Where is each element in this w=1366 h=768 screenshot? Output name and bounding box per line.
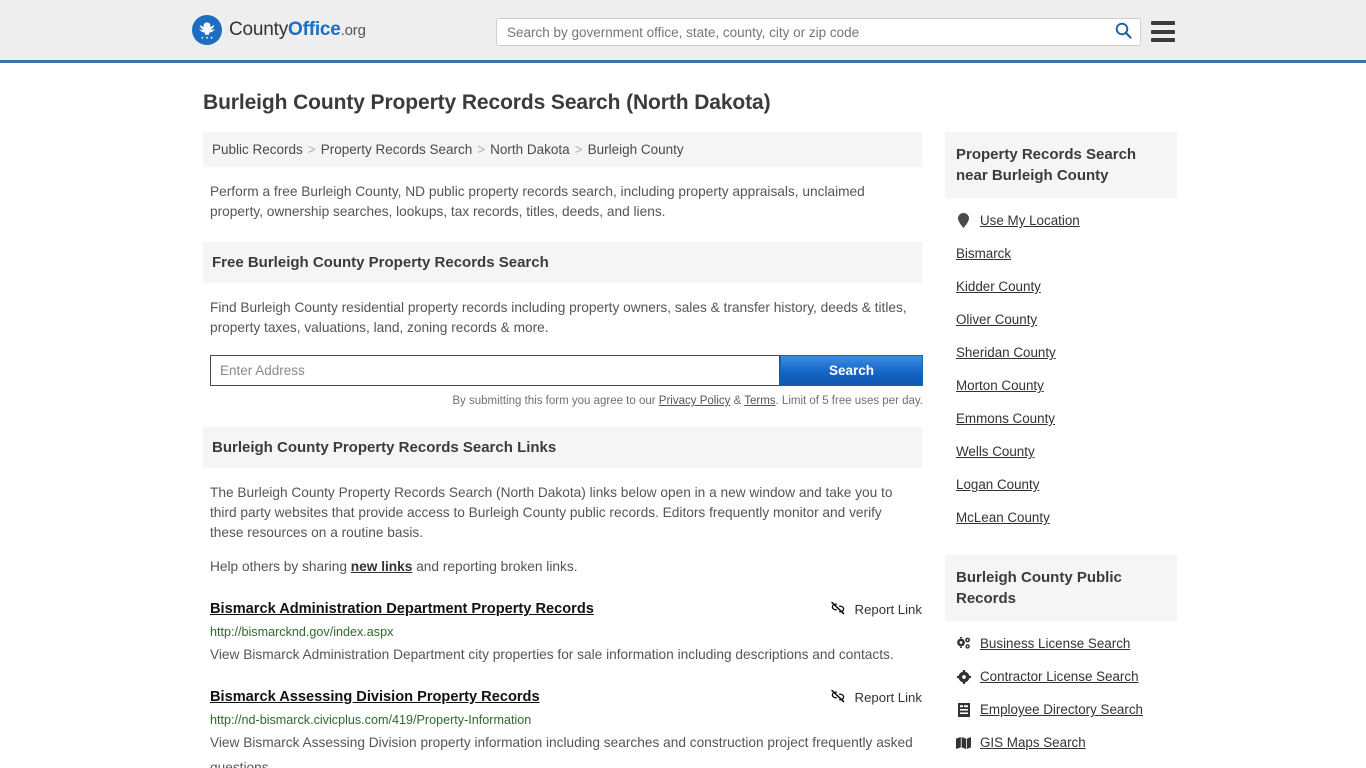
- sidebar-item-bismarck[interactable]: Bismarck: [945, 237, 1177, 270]
- sidebar-item-oliver-county[interactable]: Oliver County: [945, 303, 1177, 336]
- help-suffix: and reporting broken links.: [412, 559, 578, 574]
- breadcrumb-item-north-dakota[interactable]: North Dakota: [490, 142, 570, 157]
- terms-link[interactable]: Terms: [744, 395, 775, 407]
- sidebar-item-contractor-license-search[interactable]: Contractor License Search: [945, 660, 1177, 693]
- result-url[interactable]: http://bismarcknd.gov/index.aspx: [210, 625, 922, 639]
- sidebar-item-business-license-search[interactable]: Business License Search: [945, 627, 1177, 660]
- sidebar-link-label[interactable]: Morton County: [956, 378, 1044, 393]
- new-links-link[interactable]: new links: [351, 559, 413, 574]
- sidebar-item-gis-maps-search[interactable]: GIS Maps Search: [945, 726, 1177, 759]
- form-disclaimer: By submitting this form you agree to our…: [203, 395, 923, 407]
- broken-link-icon: [830, 688, 846, 707]
- sidebar-link-label[interactable]: Contractor License Search: [980, 669, 1139, 684]
- public-records-links-list: Business License Search Contractor Licen…: [945, 627, 1177, 759]
- result-header-row: Bismarck Assessing Division Property Rec…: [210, 687, 922, 707]
- breadcrumb-separator: >: [574, 142, 583, 157]
- help-prefix: Help others by sharing: [210, 559, 351, 574]
- gear-icon: [956, 669, 971, 684]
- sidebar-link-label[interactable]: Employee Directory Search: [980, 702, 1143, 717]
- sidebar-link-label[interactable]: Business License Search: [980, 636, 1130, 651]
- site-logo[interactable]: CountyOffice.org: [192, 15, 366, 45]
- sidebar-item-employee-directory-search[interactable]: Employee Directory Search: [945, 693, 1177, 726]
- main-column: Public Records > Property Records Search…: [203, 132, 923, 768]
- result-title-link[interactable]: Bismarck Administration Department Prope…: [210, 599, 594, 619]
- logo-text-county: County: [229, 19, 289, 40]
- report-link-button[interactable]: Report Link: [830, 599, 922, 619]
- links-section-heading: Burleigh County Property Records Search …: [203, 427, 922, 468]
- breadcrumb-separator: >: [477, 142, 486, 157]
- free-search-description: Find Burleigh County residential propert…: [210, 300, 907, 335]
- logo-text-org: .org: [340, 22, 366, 39]
- nearby-links-list: Use My Location Bismarck Kidder County O…: [945, 204, 1177, 534]
- broken-link-icon: [830, 600, 846, 619]
- site-header: CountyOffice.org: [0, 0, 1366, 63]
- intro-paragraph: Perform a free Burleigh County, ND publi…: [210, 184, 865, 219]
- breadcrumb-item-burleigh-county[interactable]: Burleigh County: [588, 142, 684, 157]
- sidebar-item-emmons-county[interactable]: Emmons County: [945, 402, 1177, 435]
- result-title-link[interactable]: Bismarck Assessing Division Property Rec…: [210, 687, 540, 707]
- page-body: Burleigh County Property Records Search …: [0, 91, 1366, 768]
- sidebar-item-use-my-location[interactable]: Use My Location: [945, 204, 1177, 237]
- report-link-label: Report Link: [854, 602, 922, 617]
- free-search-heading: Free Burleigh County Property Records Se…: [203, 242, 922, 283]
- logo-wordmark: CountyOffice.org: [229, 19, 366, 41]
- sidebar-link-label[interactable]: Oliver County: [956, 312, 1037, 327]
- disclaimer-prefix: By submitting this form you agree to our: [452, 395, 659, 407]
- sidebar: Property Records Search near Burleigh Co…: [945, 132, 1177, 768]
- sidebar-item-kidder-county[interactable]: Kidder County: [945, 270, 1177, 303]
- global-search[interactable]: [496, 18, 1141, 46]
- address-search-form: Search: [210, 355, 923, 386]
- sidebar-link-label[interactable]: Emmons County: [956, 411, 1055, 426]
- result-url[interactable]: http://nd-bismarck.civicplus.com/419/Pro…: [210, 713, 922, 727]
- content-columns: Public Records > Property Records Search…: [203, 132, 1366, 768]
- sidebar-link-label[interactable]: GIS Maps Search: [980, 735, 1086, 750]
- sidebar-item-mclean-county[interactable]: McLean County: [945, 501, 1177, 534]
- breadcrumb: Public Records > Property Records Search…: [203, 132, 922, 167]
- sidebar-link-label[interactable]: Kidder County: [956, 279, 1041, 294]
- page-title: Burleigh County Property Records Search …: [203, 91, 771, 114]
- eagle-seal-icon: [192, 15, 222, 45]
- sidebar-link-label[interactable]: Use My Location: [980, 213, 1080, 228]
- sidebar-link-label[interactable]: McLean County: [956, 510, 1050, 525]
- map-icon: [956, 736, 971, 749]
- links-section-description: The Burleigh County Property Records Sea…: [210, 485, 893, 540]
- sidebar-item-morton-county[interactable]: Morton County: [945, 369, 1177, 402]
- breadcrumb-separator: >: [307, 142, 316, 157]
- sidebar-item-sheridan-county[interactable]: Sheridan County: [945, 336, 1177, 369]
- search-input[interactable]: [497, 19, 1106, 45]
- sidebar-link-label[interactable]: Logan County: [956, 477, 1039, 492]
- report-link-label: Report Link: [854, 690, 922, 705]
- privacy-policy-link[interactable]: Privacy Policy: [659, 395, 731, 407]
- breadcrumb-item-public-records[interactable]: Public Records: [212, 142, 303, 157]
- result-item: Bismarck Assessing Division Property Rec…: [210, 687, 922, 768]
- result-header-row: Bismarck Administration Department Prope…: [210, 599, 922, 619]
- logo-text-office: Office: [288, 19, 341, 40]
- disclaimer-amp: &: [730, 395, 745, 407]
- hamburger-menu-icon[interactable]: [1151, 21, 1175, 42]
- breadcrumb-item-property-records-search[interactable]: Property Records Search: [321, 142, 473, 157]
- address-search-button[interactable]: Search: [780, 355, 923, 386]
- sidebar-link-label[interactable]: Sheridan County: [956, 345, 1056, 360]
- sidebar-link-label[interactable]: Wells County: [956, 444, 1035, 459]
- search-icon: [1115, 22, 1132, 42]
- help-share-line: Help others by sharing new links and rep…: [210, 557, 910, 577]
- search-submit-button[interactable]: [1106, 19, 1140, 45]
- sidebar-link-label[interactable]: Bismarck: [956, 246, 1011, 261]
- sidebar-item-logan-county[interactable]: Logan County: [945, 468, 1177, 501]
- result-description: View Bismarck Administration Department …: [210, 647, 894, 662]
- map-pin-icon: [956, 213, 971, 228]
- disclaimer-suffix: . Limit of 5 free uses per day.: [775, 395, 923, 407]
- public-records-card-heading: Burleigh County Public Records: [945, 555, 1177, 621]
- nearby-card-heading: Property Records Search near Burleigh Co…: [945, 132, 1177, 198]
- report-link-button[interactable]: Report Link: [830, 687, 922, 707]
- result-item: Bismarck Administration Department Prope…: [210, 599, 922, 667]
- sidebar-item-wells-county[interactable]: Wells County: [945, 435, 1177, 468]
- address-input[interactable]: [210, 355, 780, 386]
- result-description: View Bismarck Assessing Division propert…: [210, 735, 913, 768]
- list-icon: [956, 702, 971, 717]
- cogs-icon: [956, 637, 971, 650]
